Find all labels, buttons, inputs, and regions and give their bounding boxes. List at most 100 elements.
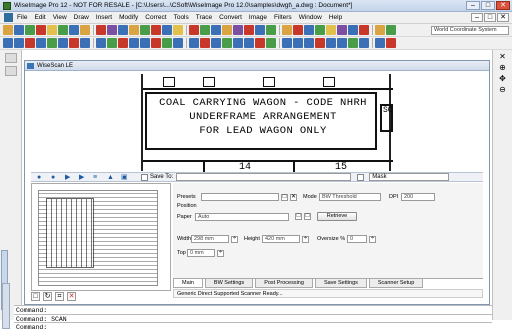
menu-filters[interactable]: Filters	[274, 14, 292, 21]
toolbar-tool-icon[interactable]	[189, 38, 199, 48]
toolbar-tool-icon[interactable]	[359, 38, 369, 48]
toolbar-tool-icon[interactable]	[129, 25, 139, 35]
toolbar-tool-icon[interactable]	[266, 38, 276, 48]
toolbar-tool-icon[interactable]	[315, 38, 325, 48]
record-alt-icon[interactable]: ●	[51, 174, 58, 181]
scan-thumbnail[interactable]	[31, 183, 171, 291]
toolbar-tool-icon[interactable]	[162, 25, 172, 35]
doc-minimize-button[interactable]: –	[471, 13, 483, 22]
toolbar-tool-icon[interactable]	[14, 25, 24, 35]
zoom-extents-icon[interactable]: ⊖	[498, 85, 507, 94]
top-stepper[interactable]: ÷	[217, 249, 224, 257]
toolbar-tool-icon[interactable]	[293, 38, 303, 48]
dpi-select[interactable]: 200	[401, 193, 435, 201]
toolbar-tool-icon[interactable]	[304, 38, 314, 48]
delete-preset-icon[interactable]: ✕	[290, 193, 297, 201]
rotate-icon[interactable]: ↻	[43, 292, 52, 301]
menu-window[interactable]: Window	[299, 14, 322, 21]
toolbar-tool-icon[interactable]	[25, 25, 35, 35]
toolbar-tool-icon[interactable]	[69, 38, 79, 48]
toolbar-tool-icon[interactable]	[107, 38, 117, 48]
toolbar-tool-icon[interactable]	[315, 25, 325, 35]
toolbar-tool-icon[interactable]	[151, 38, 161, 48]
width-stepper[interactable]: ÷	[231, 235, 238, 243]
menu-modify[interactable]: Modify	[119, 14, 138, 21]
toolbar-tool-icon[interactable]	[3, 38, 13, 48]
doc-close-button[interactable]: ✕	[497, 13, 509, 22]
toolbar-tool-icon[interactable]	[326, 38, 336, 48]
menu-tools[interactable]: Tools	[174, 14, 189, 21]
menu-view[interactable]: View	[53, 14, 67, 21]
toolbar-tool-icon[interactable]	[140, 25, 150, 35]
toolbar-tool-icon[interactable]	[244, 25, 254, 35]
pan-icon[interactable]: ✥	[498, 74, 507, 83]
fast-forward-icon[interactable]: ▶	[79, 174, 86, 181]
doc-restore-button[interactable]: □	[484, 13, 496, 22]
toolbar-tool-icon[interactable]	[293, 25, 303, 35]
toolbar-tool-icon[interactable]	[36, 25, 46, 35]
tab-save-settings[interactable]: Save Settings	[314, 279, 367, 288]
toolbar-tool-icon[interactable]	[211, 38, 221, 48]
toolbar-tool-icon[interactable]	[14, 38, 24, 48]
height-field[interactable]: 420 mm	[262, 235, 300, 243]
menu-help[interactable]: Help	[329, 14, 342, 21]
toolbar-tool-icon[interactable]	[266, 25, 276, 35]
toolbar-tool-icon[interactable]	[337, 25, 347, 35]
toolbar-tool-icon[interactable]	[375, 25, 385, 35]
toolbar-tool-icon[interactable]	[189, 25, 199, 35]
menu-convert[interactable]: Convert	[219, 14, 242, 21]
image-icon[interactable]: ▣	[121, 174, 128, 181]
toolbar-tool-icon[interactable]	[375, 38, 385, 48]
document-icon[interactable]	[4, 13, 13, 22]
menu-correct[interactable]: Correct	[145, 14, 166, 21]
toolbar-tool-icon[interactable]	[118, 25, 128, 35]
width-field[interactable]: 298 mm	[191, 235, 229, 243]
landscape-icon[interactable]: □	[304, 213, 311, 220]
minimize-button[interactable]: –	[466, 1, 480, 10]
delete-icon[interactable]: ✕	[67, 292, 76, 301]
toolbar-tool-icon[interactable]	[359, 25, 369, 35]
save-to-checkbox[interactable]	[141, 173, 148, 181]
toolbar-tool-icon[interactable]	[233, 38, 243, 48]
toolbar-tool-icon[interactable]	[200, 38, 210, 48]
top-field[interactable]: 0 mm	[187, 249, 215, 257]
mask-select[interactable]: Mask	[369, 173, 450, 181]
toolbar-tool-icon[interactable]	[200, 25, 210, 35]
toolbar-tool-icon[interactable]	[337, 38, 347, 48]
save-preset-icon[interactable]: □	[281, 193, 288, 201]
menu-image[interactable]: Image	[249, 14, 267, 21]
tab-main[interactable]: Main	[173, 279, 203, 288]
toolbar-tool-icon[interactable]	[96, 25, 106, 35]
toolbar-tool-icon[interactable]	[255, 25, 265, 35]
toolbar-tool-icon[interactable]	[222, 38, 232, 48]
menu-draw[interactable]: Draw	[74, 14, 89, 21]
eject-icon[interactable]: ▲	[107, 174, 114, 181]
tab-bw-settings[interactable]: BW Settings	[204, 279, 254, 288]
save-to-field[interactable]	[176, 173, 352, 181]
command-dock-tab[interactable]	[2, 283, 10, 329]
toolbar-tool-icon[interactable]	[282, 38, 292, 48]
menu-file[interactable]: File	[17, 14, 27, 21]
menu-edit[interactable]: Edit	[34, 14, 45, 21]
toolbar-tool-icon[interactable]	[80, 38, 90, 48]
properties-icon[interactable]	[4, 66, 17, 76]
toolbar-tool-icon[interactable]	[80, 25, 90, 35]
zoom-in-icon[interactable]: ⊕	[498, 63, 507, 72]
toolbar-tool-icon[interactable]	[173, 38, 183, 48]
tab-scanner-setup[interactable]: Scanner Setup	[368, 279, 424, 288]
record-icon[interactable]: ●	[37, 174, 44, 181]
command-input[interactable]: Command:	[14, 322, 492, 331]
toolbar-tool-icon[interactable]	[140, 38, 150, 48]
close-panel-icon[interactable]: ✕	[498, 52, 507, 61]
close-button[interactable]: ✕	[496, 1, 510, 10]
toolbar-tool-icon[interactable]	[3, 25, 13, 35]
toolbar-tool-icon[interactable]	[244, 38, 254, 48]
toolbar-tool-icon[interactable]	[386, 25, 396, 35]
toolbar-tool-icon[interactable]	[282, 25, 292, 35]
toolbar-tool-icon[interactable]	[255, 38, 265, 48]
toolbar-tool-icon[interactable]	[151, 25, 161, 35]
toolbar-tool-icon[interactable]	[304, 25, 314, 35]
presets-select[interactable]	[201, 193, 279, 201]
oversize-field[interactable]: 0	[347, 235, 367, 243]
toolbar-tool-icon[interactable]	[386, 38, 396, 48]
